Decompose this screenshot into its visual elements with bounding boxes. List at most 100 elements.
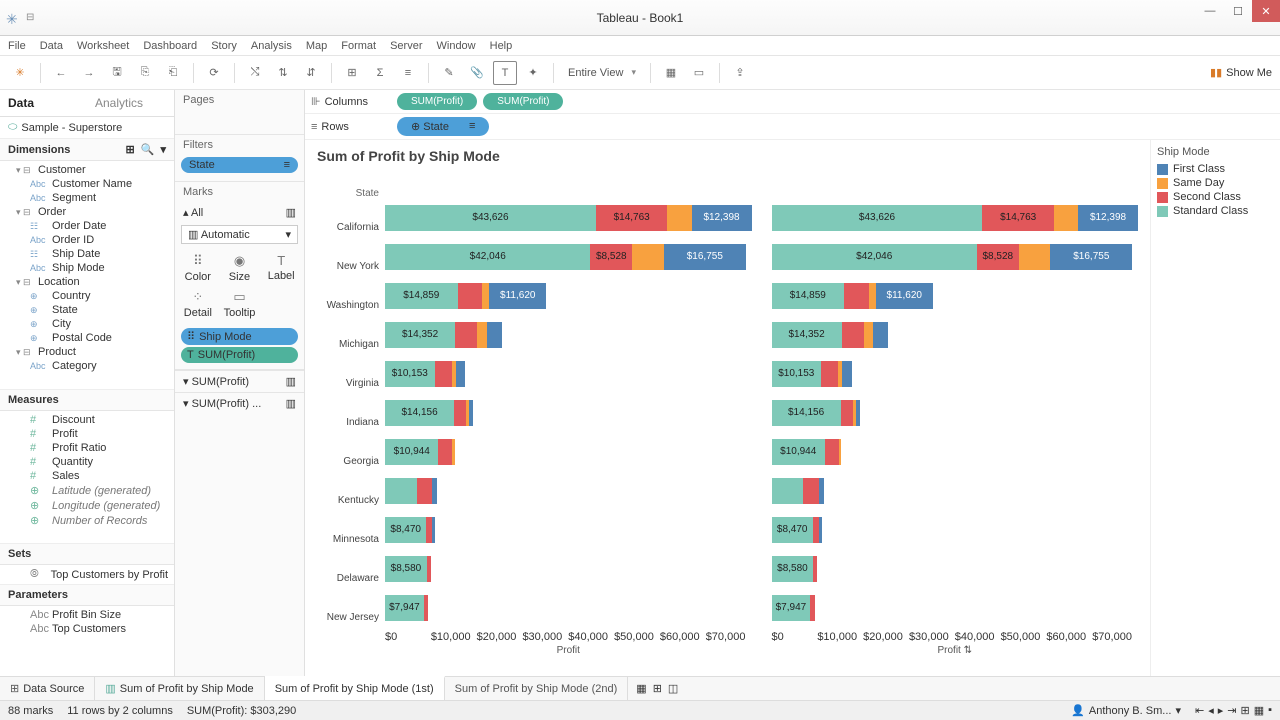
filter-pill-state[interactable]: State≡: [181, 157, 298, 173]
dim-item[interactable]: ▾ ⊟Order: [0, 205, 174, 219]
marks-label[interactable]: TLabel: [260, 250, 302, 286]
mark-pill-shipmode[interactable]: ⠿Ship Mode: [181, 328, 298, 345]
bar-segment[interactable]: [452, 439, 454, 465]
menu-map[interactable]: Map: [306, 40, 327, 52]
bar-segment[interactable]: $43,626: [772, 205, 983, 231]
dim-item[interactable]: ▾ ⊟Customer: [0, 163, 174, 177]
sort-asc-button[interactable]: ⇅: [271, 61, 295, 85]
bar-segment[interactable]: $14,859: [772, 283, 845, 309]
bar-segment[interactable]: [821, 361, 838, 387]
bar-segment[interactable]: $14,156: [772, 400, 841, 426]
bar-segment[interactable]: [477, 322, 487, 348]
view-filmstrip-icon[interactable]: ▦: [1254, 704, 1264, 717]
bar-row[interactable]: $8,470: [772, 510, 1139, 549]
labels-button[interactable]: T: [493, 61, 517, 85]
bar-segment[interactable]: $42,046: [772, 244, 977, 270]
bar-segment[interactable]: [839, 439, 841, 465]
bar-segment[interactable]: [864, 322, 874, 348]
view-icon[interactable]: ⊞: [126, 143, 135, 156]
bar-row[interactable]: $14,859$11,620: [772, 276, 1139, 315]
nav-last-icon[interactable]: ⇥: [1227, 704, 1236, 717]
bar-segment[interactable]: $12,398: [1078, 205, 1138, 231]
bar-segment[interactable]: $8,580: [772, 556, 814, 582]
new-worksheet-button[interactable]: ⎗: [161, 61, 185, 85]
tab-data[interactable]: Data: [0, 90, 87, 116]
bar-segment[interactable]: $8,580: [385, 556, 427, 582]
collapse-icon[interactable]: ⊟: [26, 12, 34, 23]
legend-item[interactable]: Second Class: [1157, 190, 1274, 204]
share-button[interactable]: ⇪: [728, 61, 752, 85]
tab-datasource[interactable]: ⊞ Data Source: [0, 677, 95, 700]
bar-row[interactable]: $10,153: [385, 354, 752, 393]
bar-segment[interactable]: $12,398: [692, 205, 752, 231]
bar-row[interactable]: $43,626$14,763 $12,398: [385, 198, 752, 237]
menu-server[interactable]: Server: [390, 40, 422, 52]
dim-item[interactable]: ⊕Postal Code: [0, 331, 174, 345]
bar-row[interactable]: [385, 471, 752, 510]
measure-item[interactable]: ⊕Longitude (generated): [0, 498, 174, 513]
bar-row[interactable]: [772, 471, 1139, 510]
new-worksheet-icon[interactable]: ▦: [636, 682, 646, 695]
pin-button[interactable]: 📎: [465, 61, 489, 85]
bar-row[interactable]: $42,046$8,528 $16,755: [385, 237, 752, 276]
swap-button[interactable]: ⤭: [243, 61, 267, 85]
bar-segment[interactable]: $8,528: [590, 244, 632, 270]
bar-segment[interactable]: $10,944: [772, 439, 825, 465]
bar-row[interactable]: $42,046$8,528$16,755: [772, 237, 1139, 276]
bar-row[interactable]: $8,580: [772, 549, 1139, 588]
bar-segment[interactable]: [856, 400, 860, 426]
bar-segment[interactable]: $14,156: [385, 400, 454, 426]
bar-segment[interactable]: $43,626: [385, 205, 596, 231]
bar-row[interactable]: $10,944: [772, 432, 1139, 471]
legend-item[interactable]: First Class: [1157, 162, 1274, 176]
bar-segment[interactable]: [417, 478, 433, 504]
bar-row[interactable]: $7,947: [385, 588, 752, 627]
bar-row[interactable]: $7,947: [772, 588, 1139, 627]
menu-data[interactable]: Data: [40, 40, 63, 52]
refresh-button[interactable]: ⟳: [202, 61, 226, 85]
mark-pill-sumprofit[interactable]: TSUM(Profit): [181, 347, 298, 363]
bar-segment[interactable]: [841, 400, 853, 426]
bar-segment[interactable]: [632, 244, 664, 270]
menu-window[interactable]: Window: [437, 40, 476, 52]
bar-row[interactable]: $14,859$11,620: [385, 276, 752, 315]
menu-format[interactable]: Format: [341, 40, 376, 52]
bar-segment[interactable]: $42,046: [385, 244, 590, 270]
tab-analytics[interactable]: Analytics: [87, 90, 174, 116]
sort-desc-button[interactable]: ⇵: [299, 61, 323, 85]
bar-segment[interactable]: $10,153: [385, 361, 435, 387]
measure-item[interactable]: ⊕Number of Records: [0, 513, 174, 528]
fit-dropdown[interactable]: Entire View: [562, 67, 642, 79]
bar-segment[interactable]: [454, 400, 466, 426]
view-tabs-icon[interactable]: ⊞: [1240, 704, 1249, 717]
new-story-icon[interactable]: ◫: [668, 682, 678, 695]
bar-segment[interactable]: $14,352: [385, 322, 455, 348]
dim-item[interactable]: ⊕State: [0, 303, 174, 317]
cards-button[interactable]: ▦: [659, 61, 683, 85]
legend-item[interactable]: Same Day: [1157, 176, 1274, 190]
tab-sheet-3[interactable]: Sum of Profit by Ship Mode (2nd): [445, 677, 629, 700]
bar-segment[interactable]: $14,352: [772, 322, 842, 348]
bar-row[interactable]: $10,944: [385, 432, 752, 471]
totals-button[interactable]: Σ: [368, 61, 392, 85]
bar-segment[interactable]: $16,755: [664, 244, 746, 270]
bar-segment[interactable]: [438, 439, 452, 465]
rows-pill-state[interactable]: ⊕ State≡: [397, 117, 489, 136]
datasource-item[interactable]: ⬭Sample - Superstore: [0, 117, 174, 138]
bar-segment[interactable]: $14,763: [596, 205, 667, 231]
marks-tooltip[interactable]: ▭Tooltip: [219, 286, 261, 322]
columns-shelf-label[interactable]: ⊪ Columns: [311, 95, 391, 108]
bar-segment[interactable]: [803, 478, 819, 504]
tableau-icon[interactable]: ✳: [8, 61, 32, 85]
bar-segment[interactable]: [482, 283, 489, 309]
dim-item[interactable]: ☷Order Date: [0, 219, 174, 233]
marks-color[interactable]: ⠿Color: [177, 250, 219, 286]
bar-segment[interactable]: $8,470: [385, 517, 426, 543]
bar-segment[interactable]: $8,528: [977, 244, 1019, 270]
bar-segment[interactable]: [455, 322, 477, 348]
bar-segment[interactable]: [842, 361, 852, 387]
bar-segment[interactable]: $14,763: [982, 205, 1053, 231]
abc-button[interactable]: ≡: [396, 61, 420, 85]
menu-file[interactable]: File: [8, 40, 26, 52]
bar-segment[interactable]: [385, 478, 417, 504]
